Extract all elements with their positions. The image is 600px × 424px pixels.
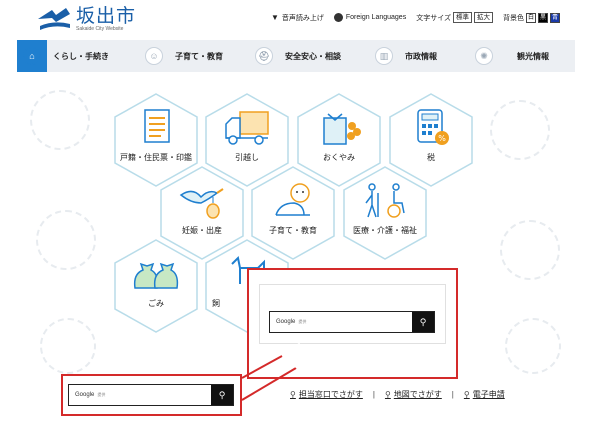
background-color-control: 背景色 白 黒 青: [503, 12, 560, 23]
nav-item-childcare[interactable]: ☺ 子育て・教育: [139, 40, 249, 72]
mascot-watermark: [30, 90, 90, 150]
helmet-icon: ⛑: [255, 47, 273, 65]
global-nav: ⌂ くらし・手続き ☺ 子育て・教育 ⛑ 安全安心・相談 ▥ 市政情報 ✺ 観光…: [17, 40, 575, 72]
site-header: 坂出市 Sakaide City Website ▼ 音声読み上げ Foreig…: [0, 0, 600, 38]
site-title: 坂出市: [76, 5, 137, 27]
foreign-languages-link[interactable]: Foreign Languages: [333, 13, 407, 22]
search-links: ⚲ 担当窓口でさがす | ⚲ 地図でさがす | ⚲ 電子申請: [290, 389, 505, 400]
text-size-label: 文字サイズ: [416, 14, 451, 22]
google-search-box[interactable]: Google 提供 ⚲: [68, 384, 234, 406]
mascot-watermark: [500, 220, 560, 280]
tile-label: 戸籍・住民票・印鑑: [120, 153, 192, 162]
search-by-department-link[interactable]: ⚲ 担当窓口でさがす: [290, 389, 363, 400]
flower-icon: [323, 113, 361, 145]
nav-item-label: くらし・手続き: [53, 51, 109, 61]
tile-label: 妊娠・出産: [182, 226, 222, 235]
stork-icon: [179, 188, 224, 219]
text-size-control: 文字サイズ 標準 拡大: [416, 12, 493, 23]
speaker-icon: ▼: [270, 13, 279, 22]
tile-label: 子育て・教育: [269, 226, 317, 235]
logo-icon: [38, 8, 70, 30]
text-size-large-button[interactable]: 拡大: [474, 12, 493, 23]
svg-text:%: %: [438, 134, 446, 143]
search-icon[interactable]: ⚲: [412, 312, 434, 332]
tile-label: ごみ: [148, 299, 164, 308]
zoomed-search-callout: Google 提供 ⚲: [247, 268, 458, 379]
nav-item-safety[interactable]: ⛑ 安全安心・相談: [249, 40, 369, 72]
text-size-standard-button[interactable]: 標準: [453, 12, 472, 23]
globe-icon: [333, 13, 343, 22]
truck-icon: [225, 111, 269, 145]
nav-item-tourism[interactable]: ✺ 観光情報: [469, 40, 575, 72]
voice-reader-link[interactable]: ▼ 音声読み上げ: [271, 13, 324, 23]
tile-label: 引越し: [235, 153, 259, 162]
bg-color-label: 背景色: [503, 14, 524, 22]
tile-medical-welfare[interactable]: 医療・介護・福祉: [342, 165, 428, 261]
tile-garbage[interactable]: ごみ: [113, 238, 199, 334]
divider: |: [451, 390, 454, 399]
tile-label: 医療・介護・福祉: [353, 226, 417, 235]
site-logo[interactable]: 坂出市 Sakaide City Website: [36, 6, 136, 32]
search-icon[interactable]: ⚲: [211, 385, 233, 405]
wheelchair-icon: [365, 183, 405, 218]
building-icon: ▥: [375, 47, 393, 65]
foreign-languages-label: Foreign Languages: [345, 14, 407, 21]
magnifier-icon: ⚲: [290, 390, 296, 399]
search-brand: Google 提供: [276, 319, 307, 325]
nav-item-label: 安全安心・相談: [285, 51, 341, 61]
link-label: 担当窓口でさがす: [298, 390, 363, 399]
nav-item-label: 市政情報: [405, 51, 437, 61]
mascot-watermark: [490, 100, 550, 160]
bg-white-button[interactable]: 白: [526, 12, 536, 23]
voice-reader-label: 音声読み上げ: [281, 14, 324, 22]
sun-icon: ✺: [475, 47, 493, 65]
nav-item-city-info[interactable]: ▥ 市政情報: [369, 40, 469, 72]
divider: |: [372, 390, 375, 399]
search-by-map-link[interactable]: ⚲ 地図でさがす: [385, 389, 442, 400]
baby-icon: [275, 183, 310, 216]
magnifier-icon: ⚲: [384, 390, 391, 399]
nav-item-living[interactable]: ⌂ くらし・手続き: [17, 40, 139, 72]
google-search-box-zoomed[interactable]: Google 提供 ⚲: [269, 311, 435, 333]
link-label: 電子申請: [472, 390, 505, 399]
search-brand: Google 提供: [75, 392, 106, 398]
bg-black-button[interactable]: 黒: [538, 12, 548, 23]
tile-label: おくやみ: [323, 153, 355, 162]
calculator-icon: %: [417, 109, 449, 145]
link-label: 地図でさがす: [393, 390, 442, 399]
utility-bar: ▼ 音声読み上げ Foreign Languages 文字サイズ 標準 拡大 背…: [261, 12, 560, 23]
nav-item-label: 子育て・教育: [175, 51, 223, 61]
e-application-link[interactable]: ⚲ 電子申請: [464, 389, 505, 400]
home-icon: ⌂: [23, 47, 41, 65]
mascot-watermark: [505, 318, 561, 374]
document-icon: [144, 109, 170, 143]
tile-label: 税: [427, 153, 435, 162]
mascot-watermark: [40, 318, 96, 374]
child-icon: ☺: [145, 47, 163, 65]
mascot-watermark: [36, 210, 96, 270]
bg-blue-button[interactable]: 青: [550, 12, 560, 23]
magnifier-icon: ⚲: [463, 390, 470, 399]
garbage-bag-icon: [133, 262, 179, 289]
nav-item-label: 観光情報: [517, 51, 549, 61]
